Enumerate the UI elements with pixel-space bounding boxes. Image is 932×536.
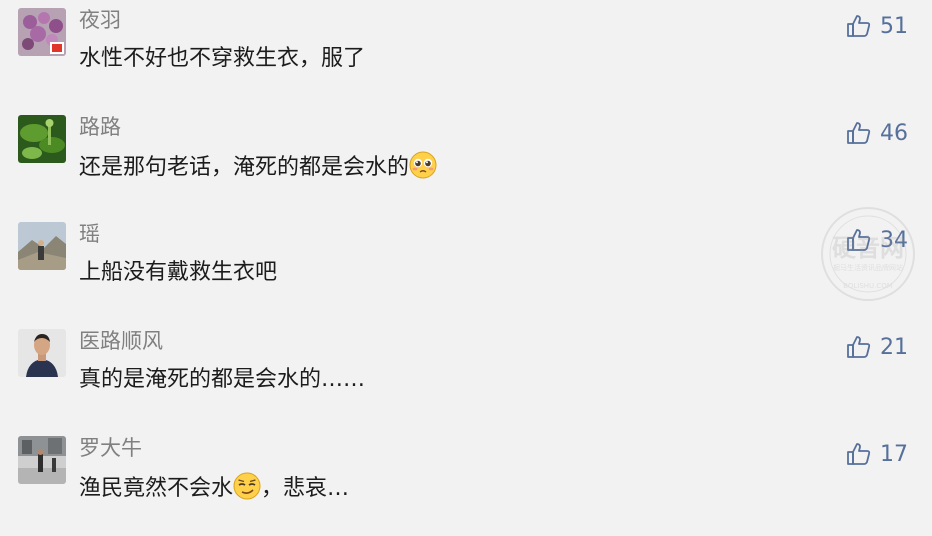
smirk-face-emoji bbox=[233, 472, 261, 500]
comment-item: 夜羽 水性不好也不穿救生衣，服了 51 bbox=[0, 8, 932, 108]
comment-text: 还是那句老话，淹死的都是会水的 bbox=[79, 151, 437, 183]
comment-item: 罗大牛 渔民竟然不会水 ，悲哀… 17 bbox=[0, 436, 932, 536]
green-plant-avatar[interactable] bbox=[18, 115, 66, 163]
like-button[interactable]: 21 bbox=[846, 333, 908, 361]
thumbs-up-icon bbox=[847, 229, 871, 251]
like-count: 51 bbox=[880, 13, 908, 39]
like-button[interactable]: 46 bbox=[846, 119, 908, 147]
pleading-face-emoji bbox=[409, 151, 437, 179]
like-button[interactable]: 17 bbox=[846, 440, 908, 468]
comment-text: 上船没有戴救生衣吧 bbox=[79, 260, 278, 285]
commenter-name[interactable]: 路路 bbox=[79, 113, 121, 141]
thumbs-up-icon bbox=[847, 122, 871, 144]
comment-item: 瑶 上船没有戴救生衣吧 34 bbox=[0, 222, 932, 322]
mountain-photo-avatar[interactable] bbox=[18, 222, 66, 270]
like-count: 34 bbox=[880, 227, 908, 253]
thumbs-up-icon bbox=[847, 336, 871, 358]
like-button[interactable]: 34 bbox=[846, 226, 908, 254]
like-count: 46 bbox=[880, 120, 908, 146]
comment-text: 渔民竟然不会水 ，悲哀… bbox=[79, 472, 349, 504]
like-button[interactable]: 51 bbox=[846, 12, 908, 40]
comment-item: 路路 还是那句老话，淹死的都是会水的 46 bbox=[0, 115, 932, 215]
like-count: 17 bbox=[880, 441, 908, 467]
thumbs-up-icon bbox=[847, 443, 871, 465]
man-portrait-avatar[interactable] bbox=[18, 329, 66, 377]
comment-item: 医路顺风 真的是淹死的都是会水的…… 21 bbox=[0, 329, 932, 429]
like-count: 21 bbox=[880, 334, 908, 360]
thumbs-up-icon bbox=[847, 15, 871, 37]
street-photo-avatar[interactable] bbox=[18, 436, 66, 484]
purple-flower-avatar[interactable] bbox=[18, 8, 66, 56]
commenter-name[interactable]: 罗大牛 bbox=[79, 434, 142, 462]
commenter-name[interactable]: 夜羽 bbox=[79, 6, 121, 34]
comment-text: 真的是淹死的都是会水的…… bbox=[79, 367, 366, 392]
commenter-name[interactable]: 医路顺风 bbox=[79, 327, 163, 355]
commenter-name[interactable]: 瑶 bbox=[79, 220, 100, 248]
comment-text: 水性不好也不穿救生衣，服了 bbox=[79, 46, 366, 71]
